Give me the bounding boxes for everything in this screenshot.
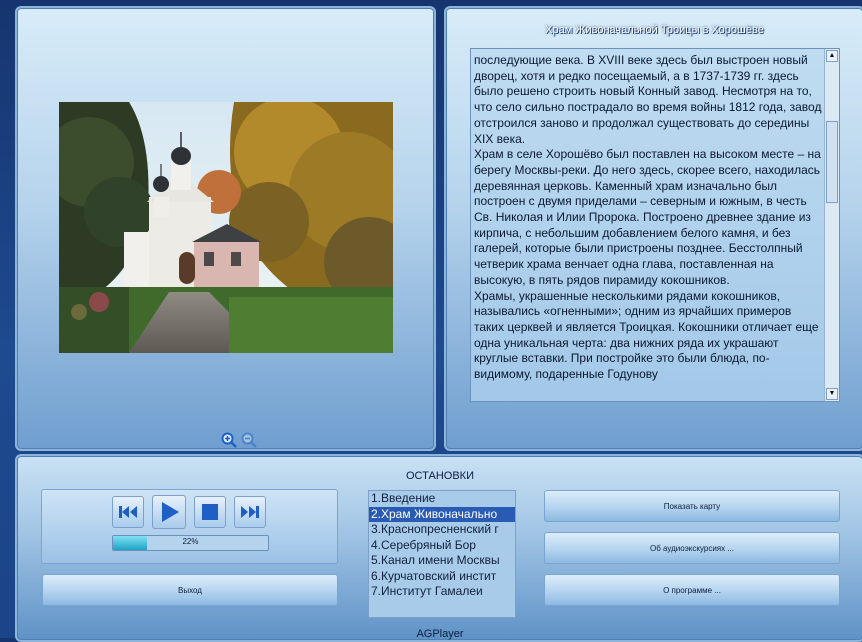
about-program-button[interactable]: О программе ...: [544, 574, 840, 606]
description-text: последующие века. В XVIII веке здесь был…: [474, 53, 822, 382]
stop-button[interactable]: [194, 496, 226, 528]
player-controls: 22%: [41, 489, 338, 564]
stop-title: Храм Живоначальной Троицы в Хорошёве: [545, 24, 764, 36]
previous-button[interactable]: [112, 496, 144, 528]
scroll-thumb[interactable]: [826, 121, 838, 203]
description-textbox[interactable]: последующие века. В XVIII веке здесь был…: [470, 48, 840, 402]
play-button[interactable]: [152, 495, 186, 529]
stops-label: ОСТАНОВКИ: [406, 470, 474, 482]
app-name: AGPlayer: [416, 628, 464, 640]
progress-label: 22%: [182, 537, 199, 546]
exit-button[interactable]: Выход: [42, 574, 338, 606]
scroll-up-arrow-icon[interactable]: ▲: [826, 50, 838, 62]
scroll-down-arrow-icon[interactable]: ▼: [826, 388, 838, 400]
stop-list-item[interactable]: 5.Канал имени Москвы: [369, 553, 515, 569]
image-panel: [15, 6, 436, 451]
zoom-out-icon[interactable]: [241, 432, 257, 448]
description-panel: Храм Живоначальной Троицы в Хорошёве пос…: [444, 6, 862, 451]
church-photo: [59, 102, 393, 353]
stop-list-item[interactable]: 2.Храм Живоначально: [369, 506, 515, 522]
text-scrollbar[interactable]: ▲ ▼: [824, 49, 839, 401]
stop-list-item[interactable]: 6.Курчатовский инстит: [369, 569, 515, 585]
controls-panel: 22% Выход ОСТАНОВКИ 1.Введение 2.Храм Жив…: [15, 454, 862, 642]
about-tours-button[interactable]: Об аудиоэкскурсиях ...: [544, 532, 840, 564]
stop-list-item[interactable]: 7.Институт Гамалеи: [369, 584, 515, 600]
zoom-in-icon[interactable]: [221, 432, 237, 448]
stop-list-item[interactable]: 3.Краснопресненский г: [369, 522, 515, 538]
playback-progress-bar[interactable]: 22%: [112, 535, 269, 551]
stops-list[interactable]: 1.Введение 2.Храм Живоначально 3.Краснопре…: [368, 490, 516, 618]
next-button[interactable]: [234, 496, 266, 528]
stop-list-item[interactable]: 4.Серебряный Бор: [369, 538, 515, 554]
stop-list-item[interactable]: 1.Введение: [369, 491, 515, 507]
show-map-button[interactable]: Показать карту: [544, 490, 840, 522]
